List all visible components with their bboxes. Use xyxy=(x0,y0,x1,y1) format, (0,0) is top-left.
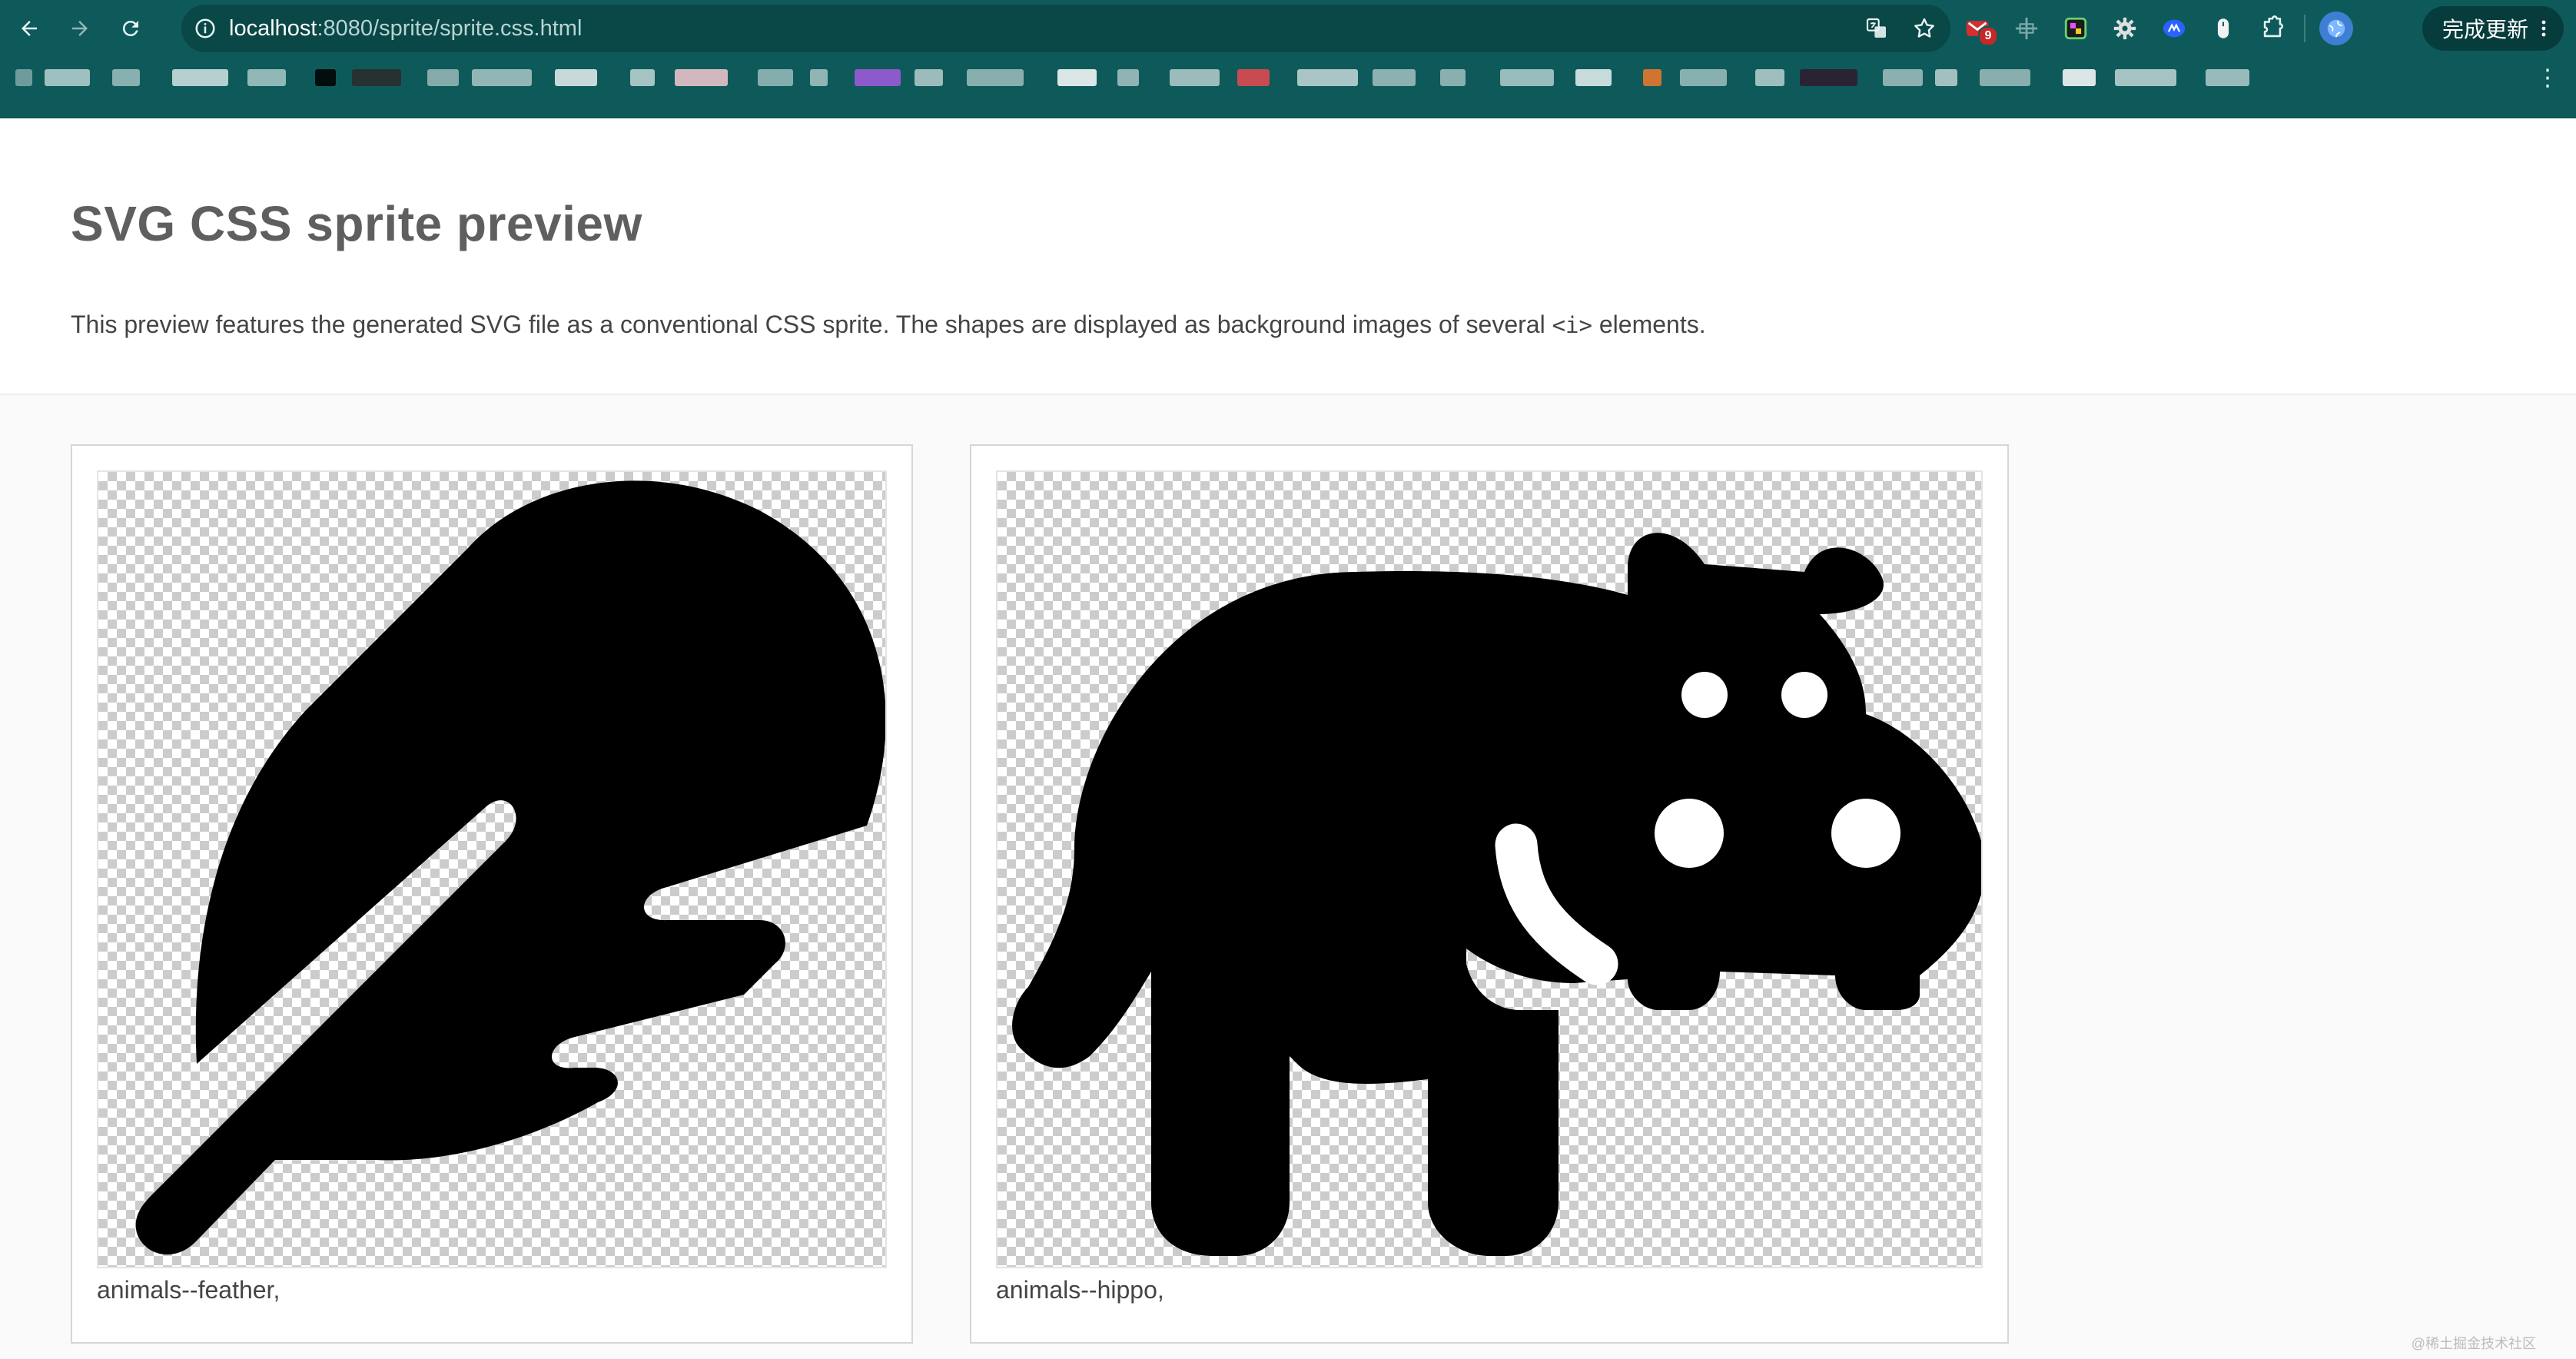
sprite-list: animals--feather, animals--hippo, @稀土掘金技… xyxy=(0,395,2576,1359)
feather-icon xyxy=(135,480,885,1254)
bookmark-item[interactable] xyxy=(1117,69,1139,86)
url-text[interactable]: localhost:8080/sprite/sprite.css.html xyxy=(229,16,582,42)
update-button[interactable]: 完成更新 xyxy=(2422,6,2564,51)
arrow-right-icon xyxy=(72,21,88,36)
bookmark-item[interactable] xyxy=(855,69,901,86)
description-text: This preview features the generated SVG … xyxy=(71,311,1552,338)
hippo-icon xyxy=(1012,533,1981,1256)
reload-icon xyxy=(122,21,138,37)
toolbar-separator xyxy=(2304,15,2305,42)
page-title: SVG CSS sprite preview xyxy=(71,196,642,251)
bookmark-item[interactable] xyxy=(315,69,336,86)
bookmark-star-icon[interactable] xyxy=(1909,13,1940,44)
sprite-card: animals--hippo, xyxy=(970,444,2009,1344)
url-host: localhost xyxy=(229,15,317,41)
watermark: @稀土掘金技术社区 xyxy=(2411,1336,2536,1351)
back-button[interactable] xyxy=(8,7,51,50)
bookmark-item[interactable] xyxy=(1755,69,1784,86)
extension-ruler-icon[interactable] xyxy=(2009,11,2044,46)
extension-gear-icon[interactable] xyxy=(2107,11,2143,46)
sprite-name: animals--hippo, xyxy=(996,1276,1164,1304)
bookmark-item[interactable] xyxy=(112,69,140,86)
description-code: <i> xyxy=(1552,312,1592,338)
sprite-preview xyxy=(97,470,887,1268)
bookmark-item[interactable] xyxy=(555,69,597,86)
bookmark-item[interactable] xyxy=(1643,69,1661,86)
bookmark-item[interactable] xyxy=(2206,69,2249,86)
bookmark-item[interactable] xyxy=(630,69,655,86)
extension-mouse-icon[interactable] xyxy=(2206,11,2241,46)
bookmark-item[interactable] xyxy=(1373,69,1416,86)
bookmark-item[interactable] xyxy=(1440,69,1466,86)
bookmark-item[interactable] xyxy=(45,69,90,86)
more-vert-icon xyxy=(2541,20,2546,37)
sprite-preview xyxy=(996,470,1983,1268)
address-bar[interactable]: localhost:8080/sprite/sprite.css.html xyxy=(181,5,1950,52)
bookmark-item[interactable] xyxy=(758,69,793,86)
extension-badge: 9 xyxy=(1978,26,1998,46)
sprite-card: animals--feather, xyxy=(71,444,913,1344)
bookmark-item[interactable] xyxy=(1170,69,1220,86)
forward-button[interactable] xyxy=(58,7,101,50)
profile-avatar[interactable] xyxy=(2319,12,2353,45)
bookmarks-more-icon[interactable]: ⋮ xyxy=(2536,67,2559,90)
bookmark-item[interactable] xyxy=(1237,69,1270,86)
bookmark-item[interactable] xyxy=(1800,69,1857,86)
page-header: SVG CSS sprite preview This preview feat… xyxy=(0,118,2576,395)
update-label: 完成更新 xyxy=(2442,18,2528,42)
extension-color-picker-icon[interactable] xyxy=(2058,11,2093,46)
bookmark-item[interactable] xyxy=(472,69,532,86)
translate-icon[interactable] xyxy=(1861,13,1892,44)
arrow-left-icon xyxy=(22,21,37,36)
bookmark-item[interactable] xyxy=(967,69,1024,86)
page-description: This preview features the generated SVG … xyxy=(71,311,1706,339)
bookmark-item[interactable] xyxy=(15,69,32,86)
bookmark-item[interactable] xyxy=(427,69,459,86)
bookmark-item[interactable] xyxy=(1500,69,1554,86)
sprite-name: animals--feather, xyxy=(97,1276,281,1304)
bookmarks-bar: ⋮ xyxy=(0,57,2576,120)
bookmark-item[interactable] xyxy=(2063,69,2096,86)
bookmark-item[interactable] xyxy=(172,69,228,86)
bookmark-item[interactable] xyxy=(1883,69,1923,86)
bookmark-item[interactable] xyxy=(1575,69,1612,86)
bookmark-item[interactable] xyxy=(1980,69,2030,86)
bookmark-item[interactable] xyxy=(2115,69,2176,86)
browser-toolbar: localhost:8080/sprite/sprite.css.html 9 xyxy=(0,0,2576,57)
extension-blue-logo-icon[interactable] xyxy=(2156,11,2192,46)
reload-button[interactable] xyxy=(109,7,152,50)
globe-avatar-icon xyxy=(2327,19,2345,38)
description-text-end: elements. xyxy=(1592,311,1706,338)
site-info-icon[interactable] xyxy=(181,5,229,52)
bookmark-item[interactable] xyxy=(915,69,943,86)
bookmark-item[interactable] xyxy=(810,69,828,86)
bookmark-item[interactable] xyxy=(1057,69,1097,86)
extensions-puzzle-icon[interactable] xyxy=(2255,11,2290,46)
bookmark-item[interactable] xyxy=(1935,69,1957,86)
extension-mail-icon[interactable]: 9 xyxy=(1960,11,1998,46)
bookmark-item[interactable] xyxy=(1297,69,1358,86)
url-path: :8080/sprite/sprite.css.html xyxy=(317,15,583,41)
bookmark-item[interactable] xyxy=(1680,69,1727,86)
bookmark-item[interactable] xyxy=(352,69,401,86)
bookmark-item[interactable] xyxy=(247,69,286,86)
bookmark-item[interactable] xyxy=(675,69,728,86)
extensions-area: 9 xyxy=(1960,5,2353,52)
